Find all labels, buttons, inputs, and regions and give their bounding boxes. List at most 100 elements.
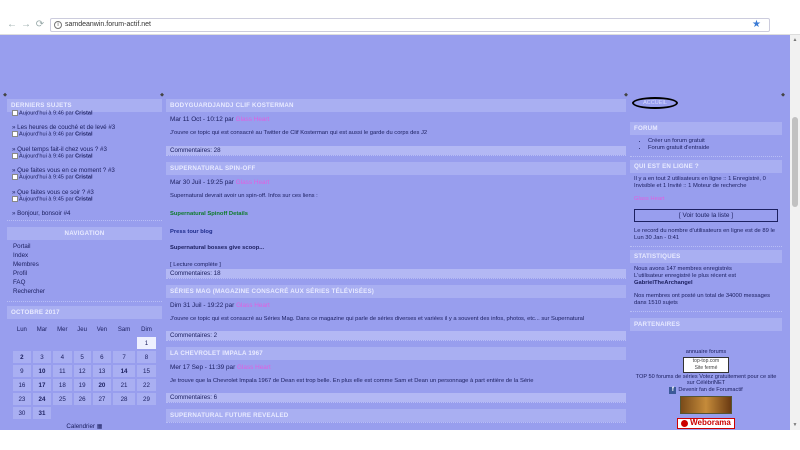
portal-news: BODYGUARDJANDJ CLIF KOSTERMAN Mar 11 Oct… xyxy=(166,99,626,426)
back-arrow-icon[interactable]: ← xyxy=(6,19,18,31)
topsite-banner[interactable]: top-top.com Site fermé xyxy=(683,356,729,373)
post-link[interactable]: Press tour blog xyxy=(170,228,622,236)
partner-banner-image[interactable] xyxy=(680,395,732,414)
calendar-day[interactable]: 19 xyxy=(73,379,91,392)
info-icon[interactable]: i xyxy=(54,21,62,29)
post-title[interactable]: SUPERNATURAL FUTURE REVEALED xyxy=(166,409,626,422)
recent-topic[interactable]: » Bonjour, bonsoir #4 xyxy=(7,209,162,220)
post-comments[interactable]: Commentaires: 28 xyxy=(166,146,626,155)
nav-link[interactable]: Portail xyxy=(13,242,156,251)
topic-user[interactable]: Cristal xyxy=(75,196,92,202)
scroll-down-icon[interactable]: ▼ xyxy=(792,422,798,428)
topic-user[interactable]: Cristal xyxy=(75,132,92,138)
calendar-day[interactable]: 25 xyxy=(53,393,72,406)
weborama-logo[interactable]: Weborama xyxy=(677,418,735,429)
post-title[interactable]: BODYGUARDJANDJ CLIF KOSTERMAN xyxy=(166,99,626,112)
nav-link[interactable]: Rechercher xyxy=(13,287,156,296)
post-author[interactable]: Glass Heart xyxy=(236,116,270,123)
reload-icon[interactable]: ⟳ xyxy=(34,19,46,31)
post-title[interactable]: SUPERNATURAL SPIN-OFF xyxy=(166,162,626,175)
nav-link[interactable]: Membres xyxy=(13,260,156,269)
bookmark-star-icon[interactable]: ★ xyxy=(752,19,761,31)
calendar-day[interactable]: 21 xyxy=(113,379,135,392)
calendar-day xyxy=(93,337,111,349)
online-user[interactable]: Glass Heart xyxy=(634,196,778,203)
post-author[interactable]: Glass Heart xyxy=(237,364,271,371)
calendar-day xyxy=(33,337,51,349)
calendar-day[interactable]: 30 xyxy=(13,407,31,420)
address-bar[interactable]: i samdeanwin.forum-actif.net ★ xyxy=(50,18,770,32)
online-panel: QUI EST EN LIGNE ? Il y a en tout 2 util… xyxy=(630,160,782,247)
post-link[interactable]: Supernatural bosses give scoop... xyxy=(170,244,622,252)
recent-topic[interactable]: » Quel temps fait-il chez vous ? #3 Aujou… xyxy=(7,145,162,163)
page-bottom xyxy=(0,430,800,450)
recent-topic[interactable]: » Que faites vous ce soir ? #3 Aujourd'hu… xyxy=(7,188,162,206)
calendar-day[interactable]: 24 xyxy=(32,393,52,406)
online-title: QUI EST EN LIGNE ? xyxy=(630,160,782,173)
post-link[interactable]: Supernatural Spinoff Details xyxy=(170,210,622,218)
calendar-day[interactable]: 1 xyxy=(137,337,156,350)
post-comments[interactable]: Commentaires: 6 xyxy=(166,393,626,402)
weborama-icon xyxy=(681,420,689,427)
post-author[interactable]: Glass Heart xyxy=(236,179,270,186)
calendar-weekday: Jeu xyxy=(77,327,87,334)
recent-topic[interactable]: Aujourd'hui à 9:46 par Cristal xyxy=(7,109,162,120)
calendar-day[interactable]: 16 xyxy=(13,379,31,392)
scrollbar[interactable]: ▲ ▼ xyxy=(790,35,800,430)
post-author[interactable]: Glass Heart xyxy=(236,302,270,309)
calendar-day[interactable]: 5 xyxy=(73,351,91,364)
nav-link[interactable]: Profil xyxy=(13,269,156,278)
view-list-button[interactable]: [ Voir toute la liste ] xyxy=(634,209,778,222)
post-title[interactable]: LA CHEVROLET IMPALA 1967 xyxy=(166,347,626,360)
home-logo[interactable]: ACCUEIL xyxy=(632,97,678,109)
calendar-day[interactable]: 9 xyxy=(13,365,31,378)
calendar-day xyxy=(113,337,135,349)
partners-panel: PARTENAIRES annuaire forums top-top.com S… xyxy=(630,318,782,430)
calendar-day[interactable]: 7 xyxy=(113,351,135,364)
newest-member[interactable]: GabrielTheArchangel xyxy=(634,280,778,287)
post-body: Je trouve que la Chevrolet Impala 1967 d… xyxy=(170,378,534,384)
navigation-panel: NAVIGATION Portail Index Membres Profil FAQ R… xyxy=(7,227,162,303)
help-forum-link[interactable]: Forum gratuit d'entraide xyxy=(648,145,778,152)
left-column: DERNIERS SUJETS Aujourd'hui à 9:46 par C… xyxy=(7,99,162,438)
calendar-day[interactable]: 3 xyxy=(32,351,52,364)
calendar-day[interactable]: 13 xyxy=(92,365,112,378)
scroll-thumb[interactable] xyxy=(792,117,798,207)
stats-title: STATISTIQUES xyxy=(630,250,782,263)
post-title[interactable]: SÉRIES MAG (MAGAZINE CONSACRÉ AUX SÉRIES… xyxy=(166,285,626,298)
resize-marker-icon: ◆ xyxy=(160,92,164,98)
calendar-day[interactable]: 29 xyxy=(137,393,156,406)
scroll-up-icon[interactable]: ▲ xyxy=(792,37,798,43)
calendar-day[interactable]: 11 xyxy=(53,365,72,378)
post-comments[interactable]: Commentaires: 18 xyxy=(166,269,626,278)
read-more-link[interactable]: [ Lecture complète ] xyxy=(170,261,622,269)
nav-link[interactable]: FAQ xyxy=(13,278,156,287)
calendar-day[interactable]: 31 xyxy=(32,407,52,420)
calendar-day[interactable]: 17 xyxy=(32,379,52,392)
topic-user[interactable]: Cristal xyxy=(75,110,92,116)
calendar-day[interactable]: 27 xyxy=(92,393,112,406)
topic-user[interactable]: Cristal xyxy=(75,175,92,181)
calendar-day[interactable]: 28 xyxy=(113,393,135,406)
calendar-day[interactable]: 12 xyxy=(73,365,91,378)
calendar-day[interactable]: 8 xyxy=(137,351,156,364)
news-post: BODYGUARDJANDJ CLIF KOSTERMAN Mar 11 Oct… xyxy=(166,99,626,156)
calendar-day[interactable]: 15 xyxy=(137,365,156,378)
calendar-day[interactable]: 18 xyxy=(53,379,72,392)
calendar-day[interactable]: 10 xyxy=(32,365,52,378)
calendar-day[interactable]: 20 xyxy=(92,379,112,392)
recent-topic[interactable]: » Les heures de couché et de levé #3 Aujo… xyxy=(7,123,162,141)
forward-arrow-icon[interactable]: → xyxy=(20,19,32,31)
calendar-day[interactable]: 26 xyxy=(73,393,91,406)
calendar-day[interactable]: 6 xyxy=(92,351,112,364)
calendar-day[interactable]: 2 xyxy=(13,351,31,364)
calendar-day[interactable]: 14 xyxy=(113,365,135,378)
topic-user[interactable]: Cristal xyxy=(75,153,92,159)
calendar-day[interactable]: 23 xyxy=(13,393,31,406)
create-forum-link[interactable]: Créer un forum gratuit xyxy=(648,138,778,145)
calendar-day[interactable]: 22 xyxy=(137,379,156,392)
calendar-day[interactable]: 4 xyxy=(53,351,72,364)
post-comments[interactable]: Commentaires: 2 xyxy=(166,331,626,340)
recent-topic[interactable]: » Que faites vous en ce moment ? #3 Aujou… xyxy=(7,166,162,184)
nav-link[interactable]: Index xyxy=(13,251,156,260)
